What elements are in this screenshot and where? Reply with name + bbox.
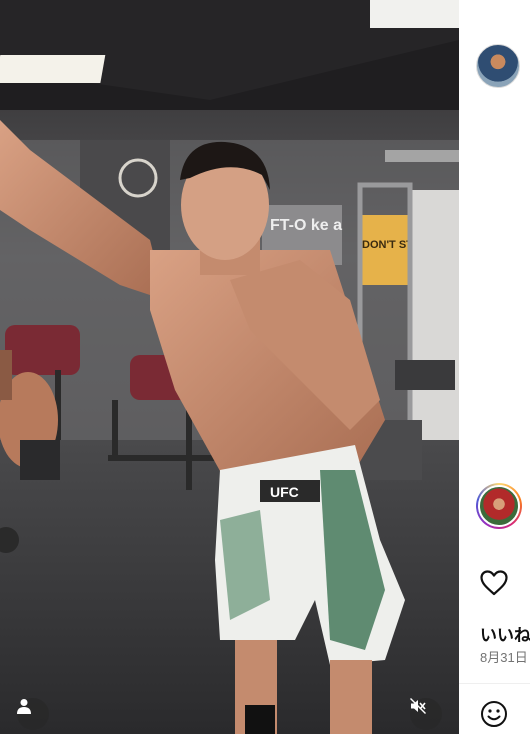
like-button[interactable]: [480, 570, 508, 601]
tagged-users-button[interactable]: [17, 698, 49, 730]
gym-photo: FT-O ke a DON'T STOP UFC: [0, 0, 459, 734]
mute-toggle-button[interactable]: [410, 698, 442, 730]
commenter-avatar-image: [478, 485, 520, 527]
gym-sign-text: FT-O ke a: [270, 217, 342, 234]
heart-icon: [480, 570, 508, 596]
emoji-picker-button[interactable]: [480, 700, 508, 733]
user-icon: [17, 699, 31, 714]
post-media[interactable]: FT-O ke a DON'T STOP UFC: [0, 0, 459, 734]
comment-divider: [459, 683, 530, 684]
muted-speaker-icon: [410, 698, 426, 714]
likes-label[interactable]: いいね: [480, 621, 530, 646]
commenter-avatar[interactable]: [476, 483, 522, 529]
post-date[interactable]: 8月31日: [480, 647, 528, 666]
smiley-icon: [481, 701, 507, 727]
author-avatar[interactable]: [476, 44, 520, 88]
shorts-brand: UFC: [270, 484, 299, 500]
